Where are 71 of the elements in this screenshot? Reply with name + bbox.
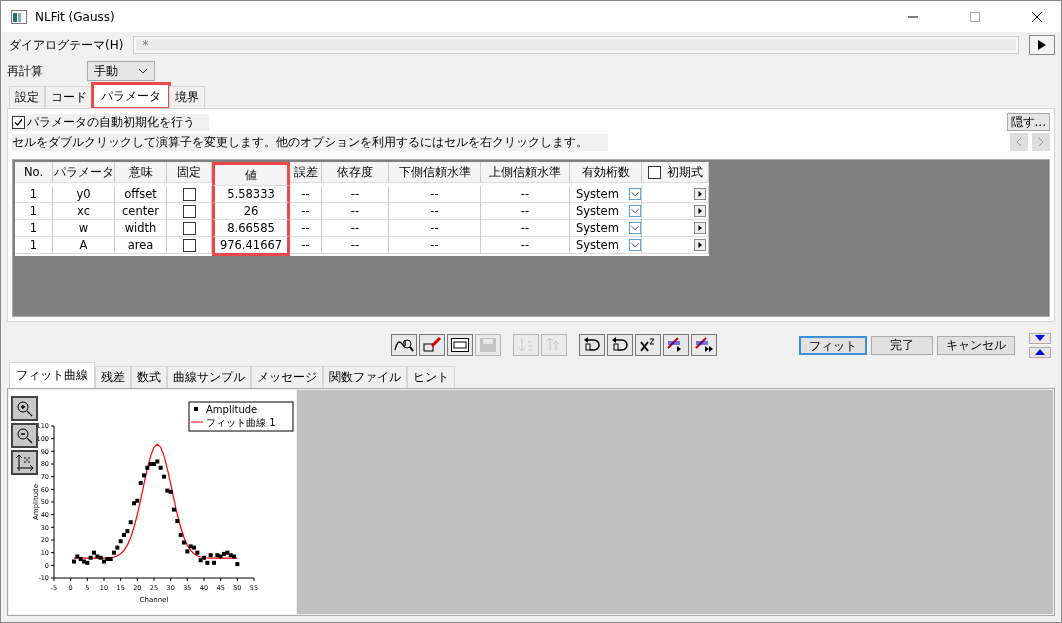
recalc-label: 再計算 xyxy=(7,62,44,80)
column-header[interactable]: No. xyxy=(15,162,53,183)
table-cell: 5.58333 xyxy=(212,186,290,203)
auto-init-checkbox[interactable]: パラメータの自動初期化を行う xyxy=(12,113,209,131)
table-cell: offset xyxy=(115,186,167,203)
table-cell: -- xyxy=(481,186,570,203)
table-cell: -- xyxy=(290,237,322,254)
column-header[interactable]: 値 xyxy=(212,162,290,186)
table-cell: -- xyxy=(322,186,389,203)
column-header[interactable]: 上側信頼水準 xyxy=(481,162,570,183)
table-cell: 8.66585 xyxy=(212,220,290,237)
theme-label: ダイアログテーマ(H) xyxy=(9,36,124,54)
table-cell: -- xyxy=(389,186,481,203)
table-cell: y0 xyxy=(53,186,115,203)
table-cell: 1 xyxy=(15,186,53,203)
tab[interactable]: フィット曲線 xyxy=(9,362,95,388)
hint-text: セルをダブルクリックして演算子を変更します。他のオプションを利用するにはセルを右クリックします。 xyxy=(12,133,608,151)
recalc-dropdown[interactable]: 手動 xyxy=(87,61,155,81)
table-cell: 26 xyxy=(212,203,290,220)
table-cell: System xyxy=(576,187,619,201)
table-cell: area xyxy=(115,237,167,254)
column-header[interactable]: パラメータ xyxy=(53,162,115,183)
table-cell: 1 xyxy=(15,220,53,237)
table-cell: -- xyxy=(322,220,389,237)
table-cell: width xyxy=(115,220,167,237)
table-cell: 976.41667 xyxy=(212,237,290,256)
table-cell: -- xyxy=(290,203,322,220)
table-cell: System xyxy=(576,238,619,252)
tab[interactable]: コード xyxy=(45,86,93,108)
column-header[interactable]: 意味 xyxy=(115,162,167,183)
column-header[interactable]: 固定 xyxy=(167,162,212,183)
legend-label: Amplitude xyxy=(206,404,258,415)
theme-field[interactable]: * xyxy=(133,36,1019,54)
table-cell: w xyxy=(53,220,115,237)
tab[interactable]: ヒント xyxy=(407,366,455,388)
table-cell: -- xyxy=(389,220,481,237)
table-cell: A xyxy=(53,237,115,254)
tab[interactable]: メッセージ xyxy=(251,366,323,388)
table-cell: center xyxy=(115,203,167,220)
table-cell: -- xyxy=(389,237,481,254)
tab[interactable]: パラメータ xyxy=(93,84,169,108)
action-button[interactable]: フィット xyxy=(799,335,867,355)
table-cell: -- xyxy=(389,203,481,220)
column-header[interactable]: 下側信頼水準 xyxy=(389,162,481,183)
column-header[interactable]: 依存度 xyxy=(322,162,389,183)
tab[interactable]: 関数ファイル xyxy=(323,366,407,388)
table-cell: -- xyxy=(481,237,570,254)
table-cell: -- xyxy=(290,186,322,203)
table-cell: xc xyxy=(53,203,115,220)
legend-label: フィット曲線 1 xyxy=(206,417,276,428)
tab[interactable]: 数式 xyxy=(131,366,167,388)
table-cell: System xyxy=(576,221,619,235)
action-button[interactable]: 完了 xyxy=(871,335,933,355)
table-cell: 1 xyxy=(15,237,53,254)
column-header[interactable]: 誤差 xyxy=(290,162,322,183)
table-cell: -- xyxy=(322,203,389,220)
tab[interactable]: 曲線サンプル xyxy=(167,366,251,388)
tab[interactable]: 境界 xyxy=(169,86,205,108)
table-cell: System xyxy=(576,204,619,218)
tab[interactable]: 設定 xyxy=(9,86,45,108)
table-cell: -- xyxy=(322,237,389,254)
column-header: 初期式 xyxy=(666,164,703,180)
column-header[interactable]: 有効桁数 xyxy=(570,162,642,183)
table-cell: 1 xyxy=(15,203,53,220)
hide-button[interactable]: 隠す... xyxy=(1006,113,1050,131)
table-cell: -- xyxy=(481,220,570,237)
tab[interactable]: 残差 xyxy=(95,366,131,388)
table-cell: -- xyxy=(481,203,570,220)
window-title: NLFit (Gauss) xyxy=(35,9,115,24)
action-button[interactable]: キャンセル xyxy=(937,335,1015,355)
table-cell: -- xyxy=(290,220,322,237)
